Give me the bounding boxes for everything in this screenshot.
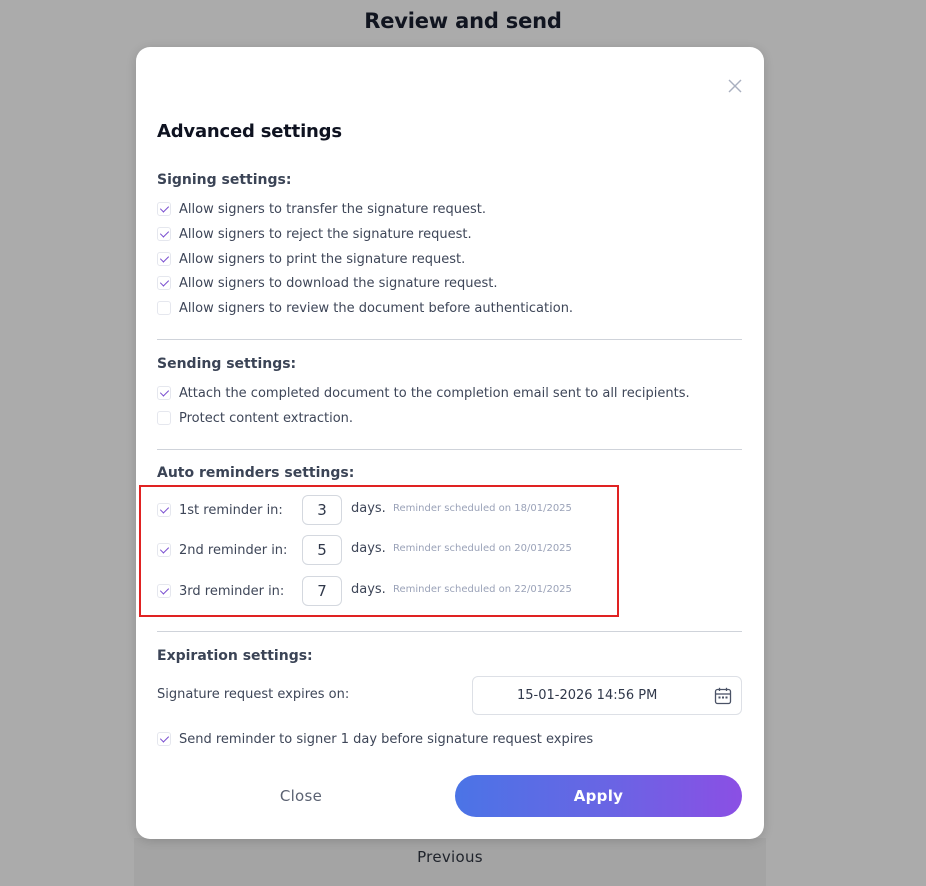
checkbox[interactable] [157,503,171,517]
signing-option-download[interactable]: Allow signers to download the signature … [157,274,498,292]
divider [157,631,742,632]
reminder-row-1: 1st reminder in: 3 days. Reminder schedu… [157,495,597,525]
checkbox[interactable] [157,301,171,315]
checkbox[interactable] [157,543,171,557]
advanced-settings-modal: Advanced settings Signing settings: Allo… [136,47,764,839]
calendar-icon[interactable] [713,686,733,706]
checkbox[interactable] [157,411,171,425]
option-label: Allow signers to reject the signature re… [179,226,472,242]
option-label: Send reminder to signer 1 day before sig… [179,731,594,747]
modal-title: Advanced settings [157,121,342,142]
checkbox[interactable] [157,386,171,400]
expiration-date-field[interactable]: 15-01-2026 14:56 PM [472,676,742,715]
reminder-1-days-input[interactable]: 3 [302,495,342,525]
days-label: days. [351,582,386,597]
option-label: Allow signers to transfer the signature … [179,201,486,217]
checkbox[interactable] [157,276,171,290]
checkbox[interactable] [157,252,171,266]
close-icon[interactable] [725,76,745,96]
signing-settings-title: Signing settings: [157,172,292,188]
reminder-1-toggle[interactable]: 1st reminder in: [157,501,283,519]
sending-settings-title: Sending settings: [157,356,297,372]
option-label: Protect content extraction. [179,410,354,426]
reminder-scheduled-text: Reminder scheduled on 18/01/2025 [393,503,572,514]
reminder-3-days-input[interactable]: 7 [302,576,342,606]
reminder-scheduled-text: Reminder scheduled on 22/01/2025 [393,584,572,595]
close-button[interactable]: Close [176,775,426,817]
expiration-settings-title: Expiration settings: [157,648,313,664]
reminder-label: 1st reminder in: [179,502,283,518]
reminder-label: 3rd reminder in: [179,583,285,599]
option-label: Allow signers to review the document bef… [179,300,574,316]
expires-label: Signature request expires on: [157,687,350,702]
reminder-row-2: 2nd reminder in: 5 days. Reminder schedu… [157,535,597,565]
divider [157,339,742,340]
days-label: days. [351,541,386,556]
reminder-row-3: 3rd reminder in: 7 days. Reminder schedu… [157,576,597,606]
checkbox[interactable] [157,584,171,598]
checkbox[interactable] [157,202,171,216]
option-label: Allow signers to print the signature req… [179,251,466,267]
signing-option-review[interactable]: Allow signers to review the document bef… [157,299,573,317]
days-label: days. [351,501,386,516]
option-label: Attach the completed document to the com… [179,385,690,401]
reminder-3-toggle[interactable]: 3rd reminder in: [157,582,284,600]
previous-button[interactable]: Previous [134,848,766,866]
page-title: Review and send [364,9,562,33]
sending-option-attach[interactable]: Attach the completed document to the com… [157,384,690,402]
sending-option-protect[interactable]: Protect content extraction. [157,409,353,427]
signing-option-reject[interactable]: Allow signers to reject the signature re… [157,225,472,243]
checkbox[interactable] [157,227,171,241]
reminder-2-days-input[interactable]: 5 [302,535,342,565]
reminder-label: 2nd reminder in: [179,542,288,558]
expiration-date-value: 15-01-2026 14:56 PM [517,688,658,703]
signing-option-print[interactable]: Allow signers to print the signature req… [157,250,465,268]
expiration-reminder-option[interactable]: Send reminder to signer 1 day before sig… [157,730,593,748]
option-label: Allow signers to download the signature … [179,275,498,291]
divider [157,449,742,450]
signing-option-transfer[interactable]: Allow signers to transfer the signature … [157,200,486,218]
apply-button[interactable]: Apply [455,775,742,817]
auto-reminders-title: Auto reminders settings: [157,465,355,481]
checkbox[interactable] [157,732,171,746]
reminder-scheduled-text: Reminder scheduled on 20/01/2025 [393,543,572,554]
reminder-2-toggle[interactable]: 2nd reminder in: [157,541,287,559]
